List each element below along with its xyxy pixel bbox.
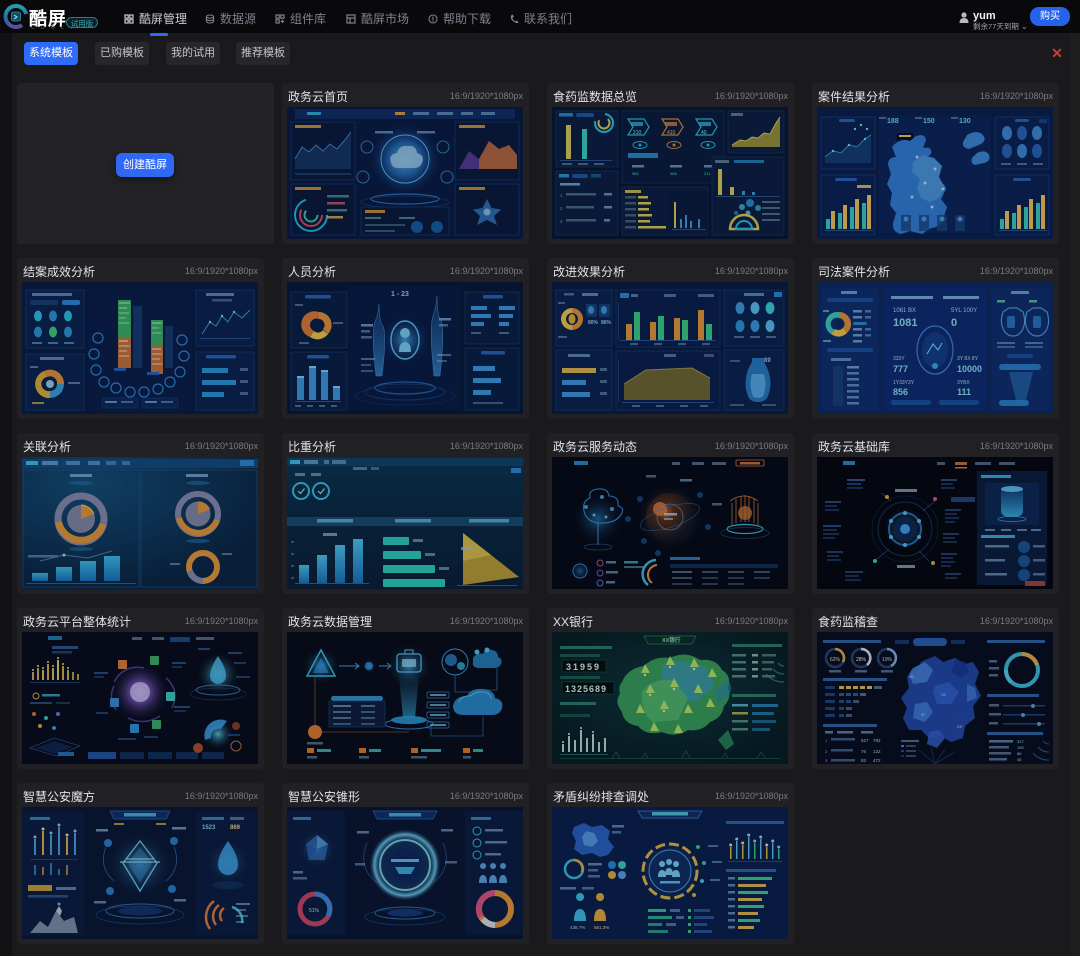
svg-text:86: 86 [1017, 751, 1022, 756]
svg-text:CD: CD [941, 693, 947, 697]
svg-text:188: 188 [887, 118, 899, 125]
svg-text:150: 150 [923, 118, 935, 125]
svg-text:5YL 100Y: 5YL 100Y [951, 308, 977, 314]
svg-text:782: 782 [873, 738, 881, 743]
svg-text:130: 130 [959, 118, 971, 125]
svg-text:465: 465 [670, 171, 677, 176]
svg-text:40: 40 [701, 130, 707, 136]
svg-text:10000: 10000 [957, 364, 982, 374]
svg-text:472: 472 [873, 758, 881, 763]
svg-text:EF: EF [921, 713, 925, 717]
svg-text:410: 410 [667, 130, 676, 136]
svg-text:982: 982 [632, 171, 639, 176]
svg-text:438.7%: 438.7% [570, 925, 585, 930]
svg-text:1 - 23: 1 - 23 [391, 291, 409, 298]
svg-text:XX银行: XX银行 [662, 636, 681, 644]
svg-text:333Y: 333Y [893, 356, 905, 362]
svg-text:GH: GH [957, 725, 963, 729]
svg-text:1081 BX: 1081 BX [893, 308, 916, 314]
svg-text:80%: 80% [588, 320, 599, 326]
svg-text:561.3%: 561.3% [594, 925, 609, 930]
svg-text:3: 3 [560, 219, 563, 224]
svg-text:869: 869 [230, 825, 241, 831]
svg-text:86%: 86% [601, 320, 612, 326]
svg-text:76: 76 [861, 749, 867, 754]
svg-text:1: 1 [825, 738, 828, 743]
svg-text:111: 111 [957, 387, 971, 397]
svg-text:190: 190 [1017, 745, 1024, 750]
svg-text:31959: 31959 [566, 662, 601, 672]
svg-text:62%: 62% [830, 657, 841, 663]
svg-text:3YBX: 3YBX [957, 380, 970, 386]
svg-text:0: 0 [951, 317, 957, 329]
svg-text:527: 527 [861, 738, 869, 743]
svg-text:3: 3 [825, 758, 828, 763]
svg-text:1: 1 [560, 193, 563, 198]
svg-text:28%: 28% [856, 657, 867, 663]
svg-text:1325689: 1325689 [565, 684, 607, 694]
svg-text:210: 210 [633, 130, 642, 136]
svg-text:2: 2 [560, 206, 563, 211]
svg-text:51%: 51% [309, 908, 320, 914]
svg-text:327: 327 [1017, 739, 1024, 744]
svg-text:45: 45 [1017, 757, 1022, 762]
svg-text:211: 211 [704, 171, 711, 176]
svg-text:2: 2 [825, 749, 828, 754]
svg-text:1Y33Y3Y: 1Y33Y3Y [893, 380, 915, 386]
svg-text:10%: 10% [882, 657, 893, 663]
svg-text:3Y 8X 8Y: 3Y 8X 8Y [957, 356, 979, 362]
svg-text:89: 89 [764, 358, 771, 364]
svg-text:777: 777 [893, 364, 908, 374]
svg-text:83: 83 [861, 758, 867, 763]
svg-text:856: 856 [893, 387, 908, 397]
svg-text:1523: 1523 [202, 825, 216, 831]
svg-text:122: 122 [873, 749, 881, 754]
svg-text:1081: 1081 [893, 317, 917, 329]
svg-text:AB: AB [909, 675, 914, 679]
